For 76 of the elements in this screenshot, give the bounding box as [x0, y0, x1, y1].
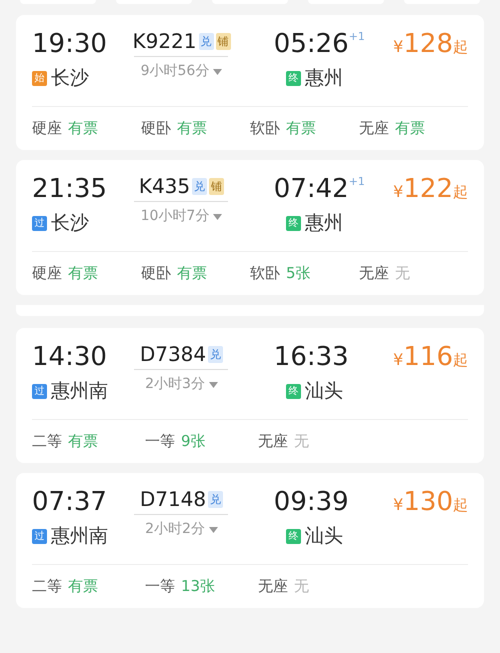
next-day-mark: +1	[348, 31, 365, 42]
station-badge: 终	[286, 384, 301, 399]
seat-availability: 有票	[286, 121, 316, 136]
seat-availability: 5张	[286, 266, 311, 281]
station-name: 惠州南	[51, 527, 108, 546]
seat-class: 硬座	[32, 266, 62, 281]
dropdown-icon[interactable]	[208, 382, 218, 388]
train-number: D7384	[140, 344, 206, 364]
seat-availability: 有票	[68, 266, 98, 281]
seat-class: 一等	[145, 579, 175, 594]
station-name: 长沙	[51, 69, 89, 88]
station-badge: 过	[32, 529, 47, 544]
seat-class: 软卧	[250, 266, 280, 281]
seat-class: 无座	[359, 121, 389, 136]
train-number: K9221	[132, 31, 196, 51]
departure-time: 07:37	[32, 489, 108, 515]
departure-time: 14:30	[32, 344, 108, 370]
seat-class: 无座	[258, 434, 288, 449]
station-badge: 始	[32, 71, 47, 86]
station-name: 长沙	[51, 214, 89, 233]
station-badge: 终	[286, 529, 301, 544]
seat-class: 无座	[258, 579, 288, 594]
seat-class: 软卧	[250, 121, 280, 136]
seat-class: 硬座	[32, 121, 62, 136]
train-number: K435	[138, 176, 190, 196]
seat-class: 无座	[359, 266, 389, 281]
station-badge: 终	[286, 216, 301, 231]
train-tag: 兑	[208, 346, 224, 362]
seat-availability: 有票	[68, 579, 98, 594]
seat-availability: 无	[294, 579, 309, 594]
duration-text: 10小时7分	[140, 207, 210, 226]
departure-time: 21:35	[32, 176, 108, 202]
seat-availability: 9张	[181, 434, 206, 449]
train-tag: 铺	[209, 178, 224, 194]
price: ¥122起	[393, 176, 468, 204]
seat-availability: 无	[395, 266, 410, 281]
price: ¥130起	[393, 489, 468, 517]
train-tag: 兑	[198, 32, 214, 50]
train-number: D7148	[140, 489, 206, 509]
train-tag: 铺	[216, 32, 230, 50]
train-tag: 兑	[208, 490, 224, 508]
seat-availability: 有票	[177, 266, 207, 281]
station-name: 汕头	[304, 527, 343, 546]
price: ¥116起	[393, 344, 468, 372]
seat-class: 硬卧	[141, 121, 171, 136]
station-name: 惠州南	[51, 382, 108, 401]
duration-text: 2小时3分	[145, 375, 205, 394]
dropdown-icon[interactable]	[208, 526, 218, 532]
seat-class: 二等	[32, 434, 62, 449]
seat-class: 硬卧	[141, 266, 171, 281]
seat-availability: 有票	[68, 121, 98, 136]
seat-class: 二等	[32, 579, 62, 594]
next-day-mark: +1	[348, 176, 365, 187]
seat-availability: 有票	[177, 121, 207, 136]
seat-class: 一等	[145, 434, 175, 449]
station-name: 汕头	[304, 382, 343, 401]
arrival-time: 16:33	[274, 344, 349, 370]
arrival-time: 05:26	[274, 31, 349, 57]
train-tag: 兑	[192, 178, 208, 194]
station-name: 惠州	[304, 214, 343, 233]
station-name: 惠州	[304, 69, 343, 88]
duration-text: 9小时56分	[140, 62, 210, 81]
arrival-time: 09:39	[274, 489, 349, 515]
station-badge: 过	[32, 384, 47, 399]
dropdown-icon[interactable]	[213, 214, 222, 220]
seat-availability: 13张	[181, 579, 216, 594]
dropdown-icon[interactable]	[213, 68, 222, 74]
arrival-time: 07:42	[274, 176, 349, 202]
seat-availability: 有票	[395, 121, 425, 136]
departure-time: 19:30	[32, 31, 108, 57]
seat-availability: 无	[294, 434, 309, 449]
duration-text: 2小时2分	[145, 520, 205, 539]
price: ¥128起	[393, 31, 468, 59]
station-badge: 过	[32, 216, 47, 231]
station-badge: 终	[286, 71, 301, 86]
seat-availability: 有票	[68, 434, 98, 449]
